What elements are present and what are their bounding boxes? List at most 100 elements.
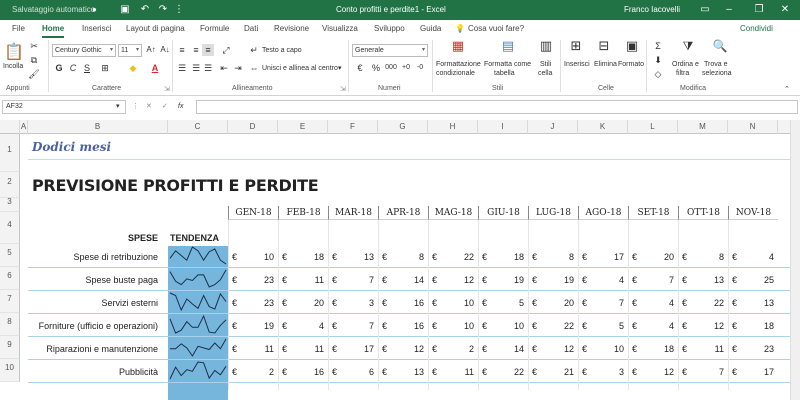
align-left-icon[interactable]: ☰ (176, 62, 188, 74)
expense-value[interactable]: 13 (328, 252, 374, 262)
format-table-button[interactable]: Formatta come (484, 60, 531, 69)
expense-value[interactable]: 22 (478, 367, 524, 377)
row-header-10[interactable]: 10 (0, 359, 20, 382)
expense-value[interactable]: 13 (678, 275, 724, 285)
paste-icon[interactable]: 📋 (4, 44, 24, 62)
column-header-k[interactable]: K (578, 120, 628, 134)
expense-value[interactable]: 22 (678, 298, 724, 308)
expense-value[interactable]: 4 (628, 321, 674, 331)
expense-value[interactable]: 7 (328, 275, 374, 285)
tab-file[interactable]: File (12, 20, 25, 38)
expense-label[interactable]: Forniture (ufficio e operazioni) (28, 321, 158, 331)
expense-value[interactable]: 20 (628, 252, 674, 262)
merge-center-button[interactable]: Unisci e allinea al centro (262, 64, 338, 73)
column-header-e[interactable]: E (278, 120, 328, 134)
row-header-4[interactable]: 4 (0, 212, 20, 244)
column-header-n[interactable]: N (728, 120, 778, 134)
cell-styles-button-line2[interactable]: cella (538, 69, 552, 78)
decrease-indent-icon[interactable]: ⇤ (218, 62, 230, 74)
expense-value[interactable]: 25 (728, 275, 774, 285)
expense-value[interactable]: 7 (678, 367, 724, 377)
formula-input[interactable] (196, 100, 798, 114)
expense-value[interactable]: 12 (378, 344, 424, 354)
expense-value[interactable]: 10 (228, 252, 274, 262)
expense-value[interactable]: 14 (478, 344, 524, 354)
collapse-ribbon-icon[interactable]: ⌃ (784, 85, 790, 94)
month-header-set-18[interactable]: SET-18 (628, 206, 678, 220)
alignment-dialog-launcher-icon[interactable]: ⇲ (340, 85, 346, 94)
expense-value[interactable]: 19 (228, 321, 274, 331)
font-color-icon[interactable]: A (148, 62, 162, 74)
month-header-lug-18[interactable]: LUG-18 (528, 206, 578, 220)
expense-value[interactable]: 11 (678, 344, 724, 354)
insert-function-button[interactable]: fx (178, 102, 183, 111)
find-select-button[interactable]: Trova e (704, 60, 727, 69)
wrap-text-button[interactable]: Testo a capo (262, 46, 302, 55)
orientation-icon[interactable]: ⤢ (220, 44, 232, 56)
tab-insert[interactable]: Inserisci (82, 20, 111, 38)
column-header-f[interactable]: F (328, 120, 378, 134)
align-right-icon[interactable]: ☰ (202, 62, 214, 74)
month-header-giu-18[interactable]: GIU-18 (478, 206, 528, 220)
expense-value[interactable]: 17 (578, 252, 624, 262)
month-header-apr-18[interactable]: APR-18 (378, 206, 428, 220)
expense-label[interactable]: Riparazioni e manutenzione (28, 344, 158, 354)
tab-developer[interactable]: Sviluppo (374, 20, 405, 38)
cell-styles-button[interactable]: Stili (540, 60, 551, 69)
tab-review[interactable]: Revisione (274, 20, 309, 38)
expense-value[interactable]: 18 (478, 252, 524, 262)
sort-filter-button[interactable]: Ordina e (672, 60, 699, 69)
font-dialog-launcher-icon[interactable]: ⇲ (164, 85, 170, 94)
expense-label[interactable]: Servizi esterni (28, 298, 158, 308)
conditional-format-button-line2[interactable]: condizionale (436, 69, 475, 78)
expense-value[interactable]: 8 (678, 252, 724, 262)
expense-value[interactable]: 4 (578, 275, 624, 285)
column-header-l[interactable]: L (628, 120, 678, 134)
underline-button[interactable]: S (82, 62, 92, 74)
decrease-decimal-icon[interactable]: -0 (414, 62, 426, 74)
tab-formulas[interactable]: Formule (200, 20, 229, 38)
cut-icon[interactable]: ✂ (28, 40, 40, 52)
align-top-icon[interactable]: ≡ (176, 44, 188, 56)
redo-icon[interactable]: ↷ (156, 3, 170, 17)
expense-value[interactable]: 20 (528, 298, 574, 308)
vertical-scrollbar[interactable] (790, 120, 800, 400)
user-name[interactable]: Franco Iacovelli (624, 5, 680, 14)
expense-label[interactable]: Spese di retribuzione (28, 252, 158, 262)
expense-value[interactable]: 22 (528, 321, 574, 331)
expense-value[interactable]: 20 (278, 298, 324, 308)
expense-value[interactable]: 2 (228, 367, 274, 377)
ribbon-display-icon[interactable]: ▭ (698, 3, 712, 17)
expense-value[interactable]: 2 (428, 344, 474, 354)
align-middle-icon[interactable]: ≡ (190, 44, 202, 56)
expense-value[interactable]: 12 (678, 321, 724, 331)
bold-button[interactable]: G (54, 62, 64, 74)
spese-header[interactable]: SPESE (28, 233, 158, 243)
undo-icon[interactable]: ↶ (138, 3, 152, 17)
expense-value[interactable]: 7 (628, 275, 674, 285)
grow-font-icon[interactable]: A↑ (146, 44, 156, 56)
expense-value[interactable]: 18 (278, 252, 324, 262)
share-button[interactable]: Condividi (740, 20, 773, 38)
month-header-feb-18[interactable]: FEB-18 (278, 206, 328, 220)
format-cells-button[interactable]: Formato (618, 60, 644, 69)
expense-value[interactable]: 7 (328, 321, 374, 331)
expense-value[interactable]: 16 (278, 367, 324, 377)
number-format-select[interactable]: Generale ▾ (352, 44, 428, 57)
expense-value[interactable]: 13 (728, 298, 774, 308)
column-header-g[interactable]: G (378, 120, 428, 134)
font-name-select[interactable]: Century Gothic ▾ (52, 44, 116, 57)
increase-decimal-icon[interactable]: +0 (400, 62, 412, 74)
expense-value[interactable]: 18 (628, 344, 674, 354)
expense-value[interactable]: 14 (378, 275, 424, 285)
expense-value[interactable]: 8 (528, 252, 574, 262)
expense-value[interactable]: 5 (478, 298, 524, 308)
tab-data[interactable]: Dati (244, 20, 258, 38)
expense-value[interactable]: 11 (278, 344, 324, 354)
borders-icon[interactable]: ⊞ (98, 62, 112, 74)
minimize-icon[interactable]: – (714, 0, 744, 20)
quick-access-menu-icon[interactable]: ⋮ (172, 3, 186, 17)
clear-icon[interactable]: ◇ (652, 68, 664, 80)
tab-page-layout[interactable]: Layout di pagina (126, 20, 185, 38)
expense-value[interactable]: 23 (228, 275, 274, 285)
